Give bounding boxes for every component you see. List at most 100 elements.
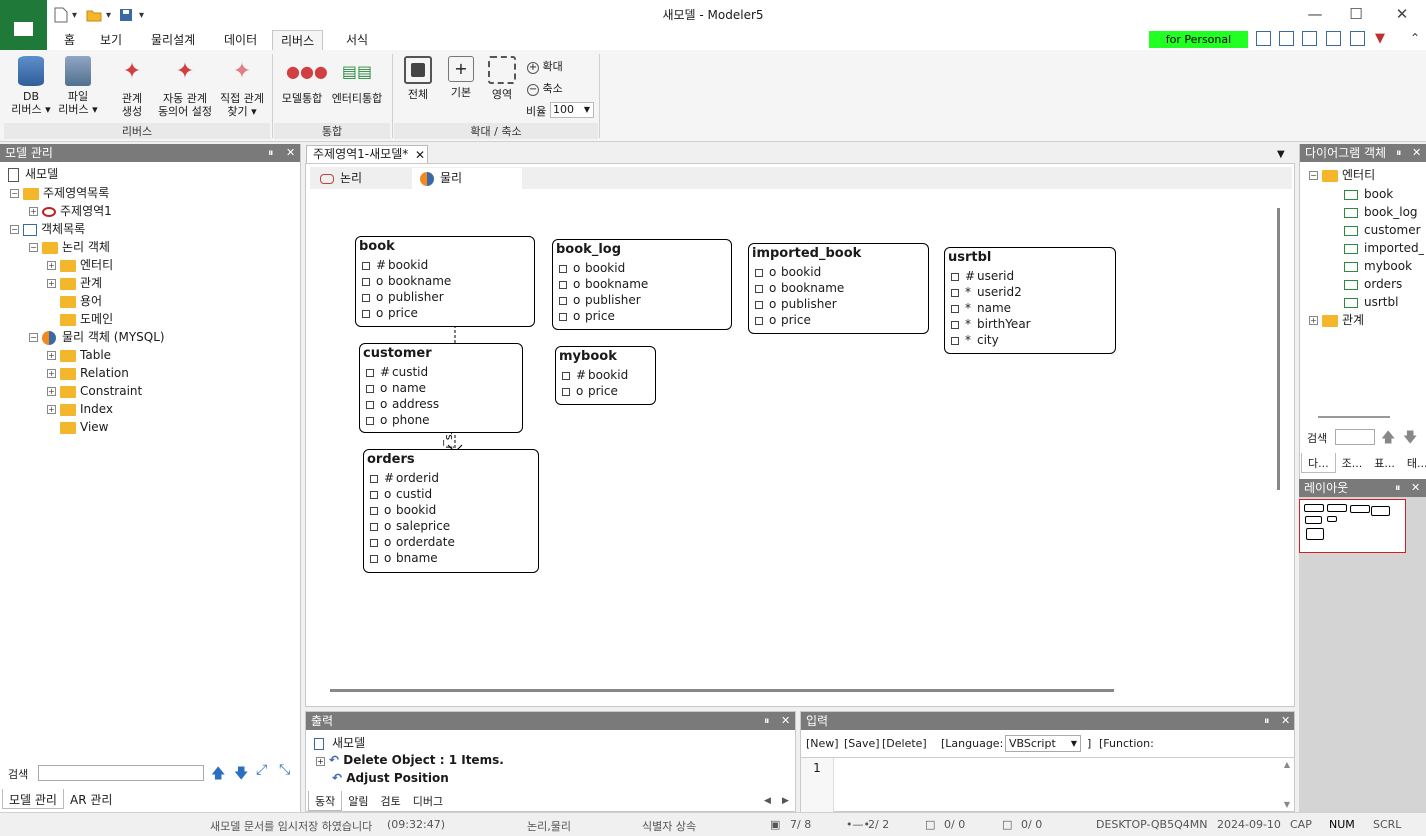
right-tree-item[interactable]: book — [1344, 185, 1393, 203]
tab-logical[interactable]: 논리 — [312, 168, 370, 189]
entity-attribute[interactable]: o bookid — [553, 260, 731, 276]
tree-physical[interactable]: − 물리 객체 (MYSQL) — [29, 328, 165, 346]
entity-attribute[interactable]: o price — [553, 308, 731, 324]
list-icon[interactable] — [1350, 31, 1365, 46]
entity-attribute[interactable]: * city — [945, 332, 1115, 348]
script-save-button[interactable]: [Save] — [844, 737, 880, 750]
horizontal-scrollbar[interactable] — [330, 689, 1114, 692]
tab-physical-design[interactable]: 물리설계 — [143, 30, 203, 50]
tab-debug[interactable]: 디버그 — [407, 791, 449, 811]
entity-attribute[interactable]: * name — [945, 300, 1115, 316]
layout-viewport[interactable] — [1299, 499, 1406, 553]
output-item[interactable]: ↶ Adjust Position — [332, 771, 449, 785]
align-bottom-icon[interactable] — [1302, 31, 1317, 46]
model-merge-button[interactable]: ●●● 모델통합 — [278, 56, 328, 105]
expand-icon[interactable]: + — [47, 279, 56, 288]
entity-attribute[interactable]: o bookid — [364, 502, 538, 518]
entity-attribute[interactable]: o bookname — [356, 273, 534, 289]
collapse-icon[interactable]: − — [29, 333, 38, 342]
tree-relation[interactable]: + 관계 — [47, 274, 102, 292]
entity-orders[interactable]: orders # orderid o custid o bookid o salepri… — [363, 449, 539, 573]
tree-table[interactable]: + Table — [47, 346, 111, 364]
script-new-button[interactable]: [New] — [806, 737, 839, 750]
entity-merge-button[interactable]: ▤▤ 엔터티통합 — [328, 56, 386, 105]
create-relation-button[interactable]: ✦ 관계 생성 — [113, 56, 151, 118]
arrow-down-icon[interactable]: 🡇 — [1403, 427, 1417, 451]
tab-model-management[interactable]: 모델 관리 — [2, 789, 64, 809]
tree-logical[interactable]: − 논리 객체 — [29, 238, 110, 256]
pin-icon[interactable]: ⏸ — [764, 712, 770, 730]
close-icon[interactable]: ✕ — [1281, 712, 1290, 730]
zoom-fit-button[interactable]: 전체 — [400, 56, 436, 101]
entity-attribute[interactable]: o publisher — [356, 289, 534, 305]
tree-view[interactable]: View — [60, 418, 108, 436]
entity-attribute[interactable]: # userid — [945, 268, 1115, 284]
close-icon[interactable]: ✕ — [286, 144, 295, 162]
file-reverse-button[interactable]: 파일 리버스 ▾ — [57, 56, 99, 116]
entity-attribute[interactable]: o bname — [364, 550, 538, 566]
collapse-icon[interactable]: − — [10, 189, 19, 198]
entity-imported-book[interactable]: imported_book o bookid o bookname o publish… — [748, 243, 929, 334]
expand-icon[interactable]: + — [29, 207, 38, 216]
format-painter-icon[interactable]: ▼ — [1375, 31, 1385, 46]
tree-root[interactable]: 새모델 — [8, 165, 58, 183]
vertical-scrollbar[interactable] — [1277, 208, 1280, 490]
maximize-button[interactable]: ☐ — [1341, 4, 1371, 24]
entity-mybook[interactable]: mybook # bookid o price — [555, 346, 656, 405]
entity-attribute[interactable]: o saleprice — [364, 518, 538, 534]
entity-attribute[interactable]: o name — [360, 380, 522, 396]
tab-tag[interactable]: 태... — [1401, 453, 1426, 473]
right-tree-item[interactable]: customer — [1344, 221, 1421, 239]
output-item[interactable]: + ↶ Delete Object : 1 Items. — [316, 753, 504, 767]
entity-attribute[interactable]: o price — [749, 312, 928, 328]
tree-constraint[interactable]: + Constraint — [47, 382, 142, 400]
entity-attribute[interactable]: # bookid — [556, 367, 655, 383]
tree-index[interactable]: + Index — [47, 400, 113, 418]
right-tree-item[interactable]: usrtbl — [1344, 293, 1398, 311]
script-delete-button[interactable]: [Delete] — [882, 737, 927, 750]
entity-attribute[interactable]: o publisher — [553, 292, 731, 308]
left-search-input[interactable] — [38, 765, 204, 781]
tab-diagram[interactable]: 다... — [1301, 453, 1336, 473]
tab-review[interactable]: 검토 — [375, 791, 407, 811]
db-reverse-button[interactable]: DB 리버스 ▾ — [10, 56, 52, 116]
collapse-all-icon[interactable]: ⤡ — [279, 762, 290, 778]
entity-attribute[interactable]: o address — [360, 396, 522, 412]
arrow-up-icon[interactable]: 🡅 — [211, 763, 225, 787]
scroll-right-icon[interactable]: ▶ — [782, 796, 789, 806]
tab-alert[interactable]: 알림 — [342, 791, 374, 811]
tree-entity[interactable]: + 엔터티 — [47, 256, 113, 274]
entity-attribute[interactable]: * birthYear — [945, 316, 1115, 332]
tab-view[interactable]: 보기 — [92, 30, 130, 50]
tab-search[interactable]: 조... — [1336, 453, 1369, 473]
right-tree-item[interactable]: book_log — [1344, 203, 1418, 221]
entity-attribute[interactable]: * userid2 — [945, 284, 1115, 300]
tab-home[interactable]: 홈 — [56, 30, 83, 50]
pin-icon[interactable]: ⏸ — [1395, 479, 1401, 497]
pin-icon[interactable]: ⏸ — [1396, 144, 1402, 162]
pin-icon[interactable]: ⏸ — [1264, 712, 1270, 730]
function-input[interactable] — [1159, 735, 1293, 752]
right-tree-relation[interactable]: + 관계 — [1309, 311, 1364, 329]
document-tab[interactable]: 주제영역1-새모델* — [306, 145, 428, 163]
find-direct-relation-button[interactable]: ✦ 직접 관계 찾기 ▾ — [217, 56, 267, 118]
tree-subject-1[interactable]: + 주제영역1 — [29, 202, 112, 220]
entity-attribute[interactable]: o orderdate — [364, 534, 538, 550]
entity-attribute[interactable]: o phone — [360, 412, 522, 428]
tree-domain[interactable]: 도메인 — [60, 310, 113, 328]
minimize-button[interactable]: — — [1300, 4, 1330, 24]
align-right-icon[interactable] — [1279, 31, 1294, 46]
scroll-down-icon[interactable]: ▼ — [1284, 800, 1290, 809]
align-left-icon[interactable] — [1256, 31, 1271, 46]
tree-subject-list[interactable]: − 주제영역목록 — [10, 184, 109, 202]
tab-physical[interactable]: 물리 (MYSQL) — [412, 168, 522, 206]
close-document-icon[interactable]: ✕ — [415, 148, 425, 162]
entity-book[interactable]: book # bookid o bookname o publisher o price — [355, 236, 535, 327]
expand-icon[interactable]: + — [47, 261, 56, 270]
entity-attribute[interactable]: # bookid — [356, 257, 534, 273]
collapse-icon[interactable]: − — [10, 225, 19, 234]
pin-icon[interactable]: ⏸ — [268, 144, 274, 162]
right-search-input[interactable] — [1335, 429, 1375, 445]
right-tree-item[interactable]: mybook — [1344, 257, 1412, 275]
tab-data[interactable]: 데이터 — [216, 30, 265, 50]
